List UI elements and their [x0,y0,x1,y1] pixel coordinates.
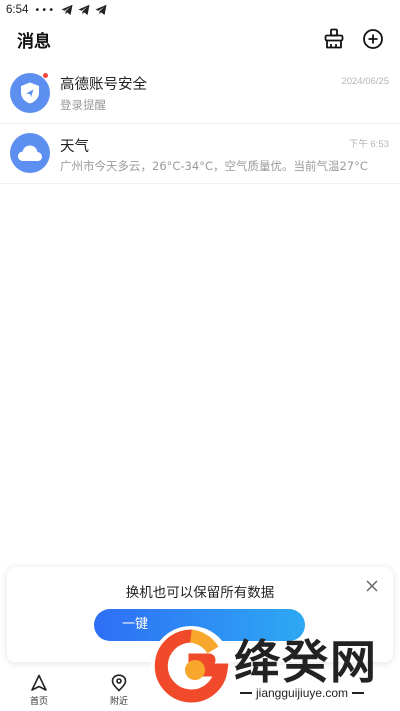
watermark-brand: 绛癸网 [234,635,378,689]
telegram-icon [61,4,73,15]
message-item-weather[interactable]: 天气 广州市今天多云，26°C-34°C，空气质量优。当前气温27°C 下午 6… [0,124,400,182]
watermark-url-text: jiangguijiuye.com [256,686,349,700]
telegram-icon [95,4,107,15]
message-subtitle: 登录提醒 [60,98,106,112]
avatar [10,133,50,173]
page-header: 消息 [0,22,400,56]
clear-unread-button[interactable] [322,27,346,51]
divider [0,183,400,184]
watermark-logo [151,626,231,706]
tab-home[interactable]: 首页 [19,674,59,710]
telegram-icon [78,4,90,15]
message-time: 下午 6:53 [348,139,389,150]
message-subtitle: 广州市今天多云，26°C-34°C，空气质量优。当前气温27°C [60,159,368,173]
watermark-url: jiangguijiuye.com [236,686,386,700]
promo-title: 换机也可以保留所有数据 [125,585,275,601]
status-time: 6:54 [6,4,29,16]
page-title: 消息 [17,32,51,52]
message-title: 高德账号安全 [60,77,147,93]
message-title: 天气 [60,139,89,155]
message-item-account-security[interactable]: 高德账号安全 登录提醒 2024/06/25 [0,64,400,122]
message-time: 2024/06/25 [341,76,389,87]
divider [240,692,252,694]
location-pin-icon [111,674,127,692]
tab-nearby[interactable]: 附近 [99,674,139,710]
unread-dot [42,72,49,79]
tab-label: 附近 [109,697,128,707]
watermark-g-logo-icon [154,629,229,703]
navigation-arrow-icon [31,674,47,691]
more-dots: ••• [34,4,56,16]
cloud-icon [18,145,42,161]
divider [352,692,365,694]
tab-label: 首页 [29,697,48,707]
shield-icon [21,82,39,104]
add-button[interactable] [361,27,385,51]
avatar [10,73,50,113]
close-icon[interactable] [365,579,379,593]
status-bar: 6:54 ••• [0,0,400,20]
